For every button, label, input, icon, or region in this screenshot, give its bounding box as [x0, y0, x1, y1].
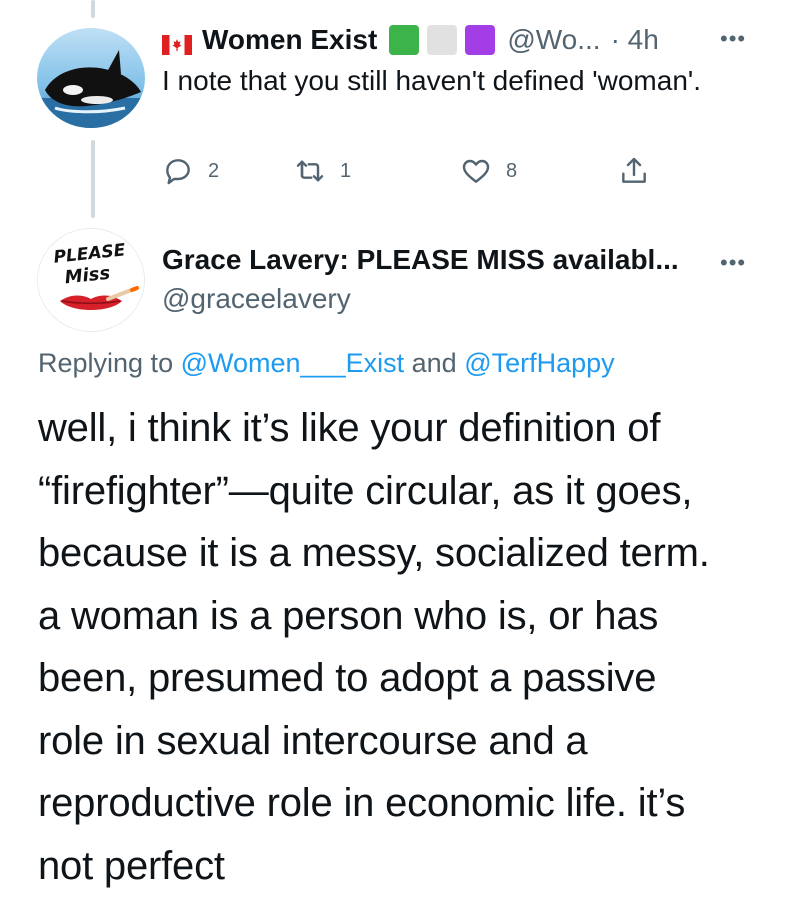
avatar-grace-lavery[interactable]: PLEASE Miss [37, 228, 145, 332]
tweet2-text-line: not perfect [38, 843, 225, 888]
retweet-button[interactable]: 1 [294, 155, 351, 187]
purple-square-icon [465, 25, 496, 55]
retweet-count: 1 [340, 159, 352, 182]
tweet2-more-icon[interactable]: ••• [720, 250, 746, 276]
reply-count: 2 [208, 159, 220, 182]
like-button[interactable]: 8 [460, 155, 517, 187]
replying-to-user-terfhappy[interactable]: @TerfHappy [464, 348, 614, 378]
share-button[interactable] [618, 155, 664, 187]
reply-button[interactable]: 2 [162, 155, 219, 187]
heart-icon [462, 159, 490, 183]
tweet2-text-line: because it is a messy, socialized term. [38, 531, 710, 575]
tweet2-handle[interactable]: @graceelavery [162, 283, 351, 315]
tweet2-text: well, i think it’s like your definition … [38, 397, 768, 897]
tweet1-actions: 2 1 8 [162, 155, 662, 189]
tweet2-text-line: role in sexual intercourse and a [38, 718, 588, 763]
share-icon [622, 157, 646, 183]
tweet1-more-icon[interactable]: ••• [720, 26, 746, 52]
tweet1-display-name[interactable]: Women Exist [202, 24, 377, 56]
reply-icon [166, 159, 190, 185]
tweet2-text-line: “firefighter”—quite circular, as it goes… [38, 468, 693, 513]
retweet-icon [296, 160, 324, 182]
tweet1-header: Women Exist @Wo... · 4h [162, 20, 659, 60]
tweet2-text-line: reproductive role in economic life. it’s [38, 781, 686, 825]
please-miss-avatar-image: PLEASE Miss [38, 229, 144, 331]
tweet2-display-name[interactable]: Grace Lavery: PLEASE MISS availabl... [162, 244, 679, 276]
green-square-icon [389, 25, 420, 55]
orca-avatar-image [37, 28, 145, 128]
tweet2-text-line: a woman is a person who is, or has [38, 593, 659, 638]
replying-to-line: Replying to @Women___Exist and @TerfHapp… [38, 348, 615, 379]
replying-to-and: and [411, 348, 457, 378]
tweet1-handle[interactable]: @Wo... [507, 24, 600, 56]
white-square-icon [427, 25, 458, 55]
tweet2-text-line: been, presumed to adopt a passive [38, 656, 657, 700]
thread-line-top [91, 0, 95, 18]
tweet1-text: I note that you still haven't defined 'w… [162, 65, 702, 96]
thread-line-middle [91, 140, 95, 218]
tweet2-text-line: well, i think it’s like your definition … [38, 406, 661, 450]
like-count: 8 [506, 159, 518, 182]
flag-canada-icon [162, 30, 192, 55]
replying-to-label: Replying to [38, 348, 174, 378]
tweet1-timestamp[interactable]: · 4h [611, 24, 659, 56]
avatar-women-exist[interactable] [37, 28, 145, 128]
replying-to-user-women-exist[interactable]: @Women___Exist [181, 348, 405, 378]
